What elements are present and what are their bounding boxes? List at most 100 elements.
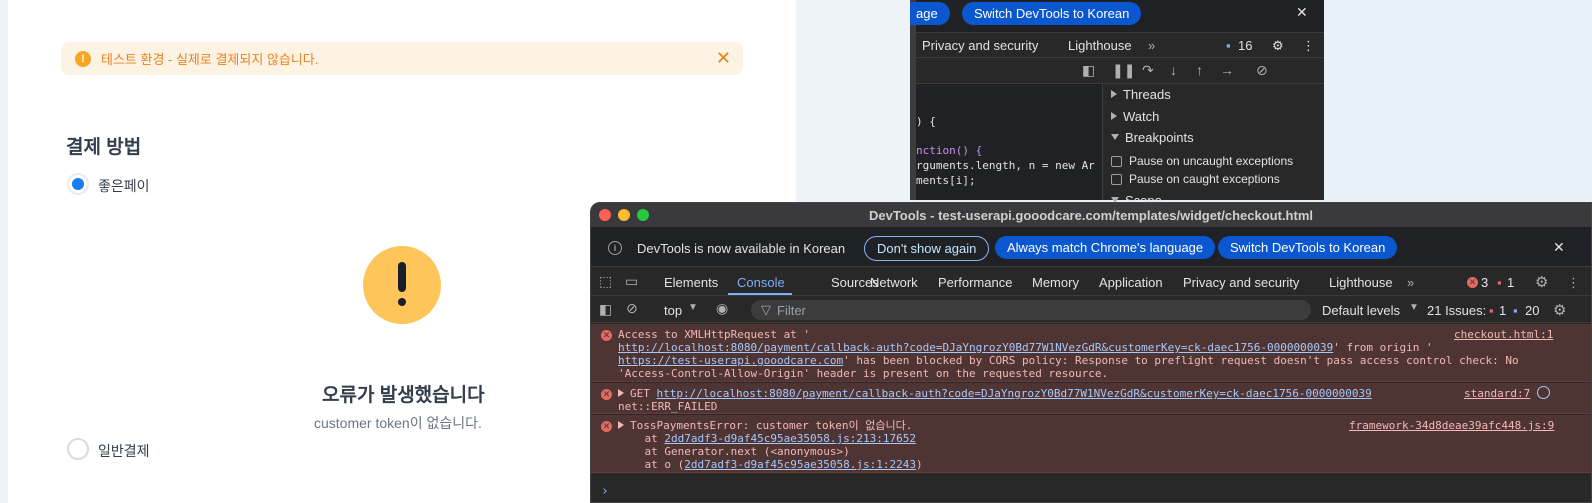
stack-frame: at o (2dd7adf3-d9af45c95ae35058.js:1:224… [618, 458, 923, 471]
message-text: https://test-userapi.gooodcare.com' has … [618, 354, 1519, 367]
source-code: ) { nction() { rguments.length, n = new … [916, 84, 1096, 200]
request-url-link[interactable]: http://localhost:8080/payment/callback-a… [657, 387, 1372, 400]
issues-info-count[interactable]: 20 [1525, 303, 1539, 318]
tab-console[interactable]: Console [737, 275, 785, 290]
log-levels-dropdown[interactable]: Default levels [1322, 303, 1400, 318]
clear-console-icon[interactable]: ⊘ [626, 300, 638, 317]
step-into-icon[interactable]: ↓ [1170, 62, 1177, 78]
error-count-icon[interactable]: ✕ [1467, 277, 1478, 288]
error-description: customer token이 없습니다. [314, 415, 482, 431]
step-icon[interactable]: → [1220, 62, 1234, 78]
close-icon[interactable]: ✕ [1296, 4, 1308, 21]
back-tab-lighthouse[interactable]: Lighthouse [1068, 38, 1132, 53]
filter-input[interactable]: ▽ Filter [751, 300, 1311, 320]
message-text: GET http://localhost:8080/payment/callba… [618, 387, 1372, 400]
network-globe-icon[interactable] [1537, 386, 1550, 399]
eye-icon[interactable]: ◉ [716, 300, 728, 317]
zoom-window-button[interactable] [637, 209, 649, 221]
message-text: net::ERR_FAILED [618, 400, 718, 413]
gear-icon[interactable]: ⚙ [1272, 38, 1284, 54]
issues-label[interactable]: 21 Issues: [1427, 303, 1486, 318]
threads-section[interactable]: Threads [1111, 84, 1171, 104]
back-tab-privacy[interactable]: Privacy and security [922, 38, 1038, 53]
tab-memory[interactable]: Memory [1032, 275, 1079, 290]
radio-label-general: 일반결제 [98, 443, 150, 459]
console-output: ✕ Access to XMLHttpRequest at ' http://l… [591, 324, 1591, 502]
warning-count[interactable]: 1 [1507, 275, 1514, 290]
device-toolbar-icon[interactable]: ▭ [625, 273, 638, 290]
message-source-link[interactable]: checkout.html:1 [1454, 328, 1553, 341]
stack-frame: at 2dd7adf3-d9af45c95ae35058.js:213:1765… [618, 432, 917, 445]
deactivate-breakpoints-icon[interactable]: ⊘ [1256, 62, 1268, 79]
code-line: ) { [916, 115, 936, 128]
test-env-banner: ! 테스트 환경 - 실제로 결제되지 않습니다. ✕ [61, 42, 743, 75]
gear-icon[interactable]: ⚙ [1553, 301, 1566, 319]
code-line: ments[i]; [916, 174, 976, 187]
step-out-icon[interactable]: ↑ [1196, 62, 1203, 78]
watch-section[interactable]: Watch [1111, 106, 1159, 126]
back-infobar: age Switch DevTools to Korean ✕ [910, 0, 1324, 32]
message-source-link[interactable]: framework-34d8deae39afc448.js:9 [1349, 419, 1554, 432]
tab-performance[interactable]: Performance [938, 275, 1012, 290]
pause-uncaught-checkbox[interactable]: Pause on uncaught exceptions [1111, 151, 1293, 171]
error-count[interactable]: 3 [1481, 275, 1488, 290]
close-icon[interactable]: ✕ [716, 48, 731, 69]
dont-show-again-button[interactable]: Don't show again [864, 236, 990, 261]
messages-icon: ▪ [1226, 38, 1231, 53]
request-url-link[interactable]: http://localhost:8080/payment/callback-a… [618, 341, 1333, 354]
console-prompt[interactable]: › [601, 484, 609, 499]
tab-lighthouse[interactable]: Lighthouse [1329, 275, 1393, 290]
info-icon: i [608, 241, 622, 255]
back-tabbar: Privacy and security Lighthouse » ▪ 16 ⚙… [916, 32, 1324, 58]
back-switch-button[interactable]: Switch DevTools to Korean [962, 2, 1142, 25]
message-source-link[interactable]: standard:7 [1464, 387, 1530, 400]
pause-caught-checkbox[interactable]: Pause on caught exceptions [1111, 169, 1280, 189]
code-line: rguments.length, n = new Ar [916, 159, 1095, 172]
sidebar-toggle-icon[interactable]: ◧ [599, 301, 612, 318]
always-match-language-button[interactable]: Always match Chrome's language [995, 236, 1216, 259]
tab-elements[interactable]: Elements [664, 275, 718, 290]
chevron-down-icon: ▼ [1409, 302, 1419, 313]
radio-option-general[interactable] [67, 438, 89, 460]
gear-icon[interactable]: ⚙ [1535, 273, 1548, 291]
kebab-menu-icon[interactable]: ⋮ [1302, 38, 1315, 54]
console-error-message: ✕ Access to XMLHttpRequest at ' http://l… [591, 324, 1591, 382]
pause-icon[interactable]: ❚❚ [1112, 62, 1135, 79]
filter-icon: ▽ [761, 302, 771, 317]
issues-error-count[interactable]: 1 [1499, 303, 1506, 318]
devtools-window: DevTools - test-userapi.gooodcare.com/te… [590, 202, 1592, 503]
info-text: DevTools is now available in Korean [637, 241, 846, 256]
kebab-menu-icon[interactable]: ⋮ [1567, 275, 1580, 291]
close-window-button[interactable] [599, 209, 611, 221]
tab-privacy-security[interactable]: Privacy and security [1183, 275, 1299, 290]
more-tabs-icon[interactable]: » [1407, 275, 1414, 290]
back-pill-partial[interactable]: age [910, 2, 950, 25]
context-selector[interactable]: top [664, 303, 682, 318]
message-text: 'Access-Control-Allow-Origin' header is … [618, 367, 1109, 380]
tab-network[interactable]: Network [870, 275, 918, 290]
message-text: http://localhost:8080/payment/callback-a… [618, 341, 1433, 354]
radio-option-goodpay[interactable] [67, 173, 89, 195]
inspect-element-icon[interactable]: ⬚ [599, 273, 612, 290]
origin-url-link[interactable]: https://test-userapi.gooodcare.com [618, 354, 843, 367]
section-title: 결제 방법 [66, 137, 142, 158]
step-over-icon[interactable]: ↷ [1142, 62, 1154, 79]
expand-icon[interactable] [618, 421, 624, 429]
window-titlebar: DevTools - test-userapi.gooodcare.com/te… [591, 203, 1591, 227]
toggle-sidebar-icon[interactable]: ◧ [1082, 62, 1095, 79]
tab-application[interactable]: Application [1099, 275, 1163, 290]
breakpoints-section[interactable]: Breakpoints [1111, 127, 1194, 147]
minimize-window-button[interactable] [618, 209, 630, 221]
switch-to-korean-button[interactable]: Switch DevTools to Korean [1218, 236, 1398, 259]
back-message-count: 16 [1238, 38, 1253, 53]
chevron-down-icon: ▼ [688, 302, 698, 313]
language-infobar: i DevTools is now available in Korean Do… [591, 227, 1591, 267]
stack-frame-link[interactable]: 2dd7adf3-d9af45c95ae35058.js:213:17652 [664, 432, 916, 445]
close-icon[interactable]: ✕ [1553, 239, 1565, 256]
radio-label-goodpay: 좋은페이 [98, 178, 150, 194]
error-icon: ✕ [601, 421, 612, 432]
more-tabs-icon[interactable]: » [1148, 38, 1155, 53]
expand-icon[interactable] [618, 389, 624, 397]
stack-frame-link[interactable]: 2dd7adf3-d9af45c95ae35058.js:1:2243 [684, 458, 916, 471]
warning-flag-icon[interactable]: ▪ [1497, 275, 1502, 290]
